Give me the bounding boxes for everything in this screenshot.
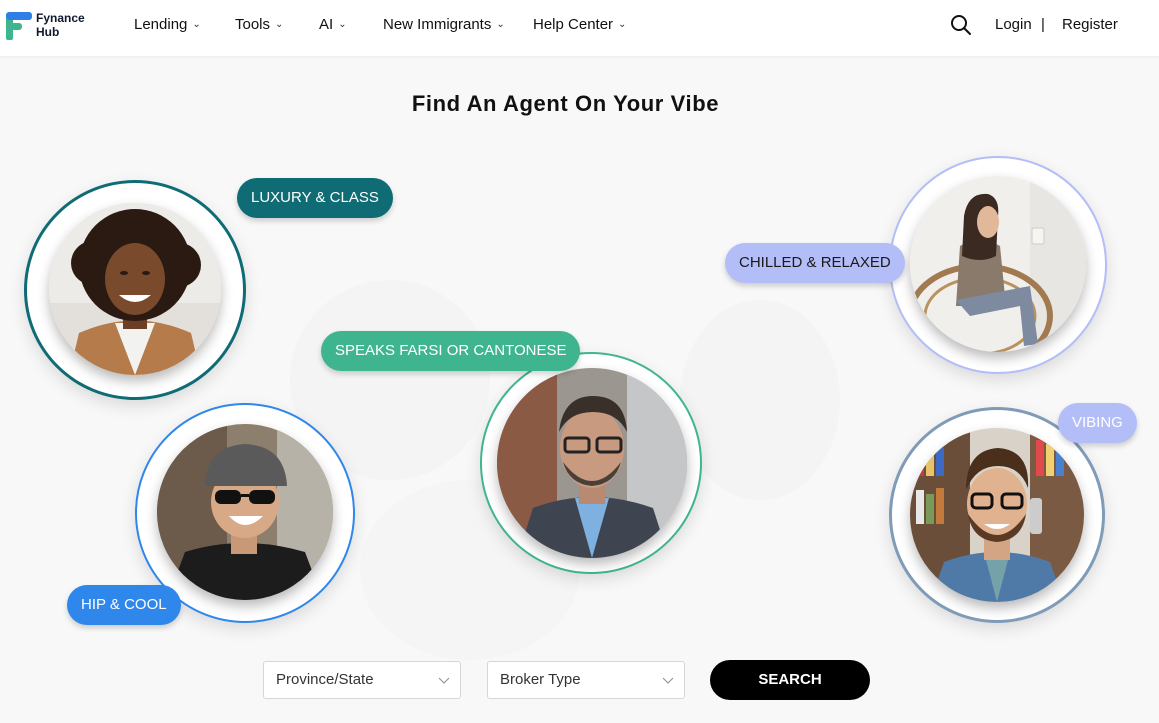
search-icon[interactable] xyxy=(950,14,972,36)
nav-item-tools[interactable]: Tools ⌄ xyxy=(235,15,283,37)
nav-item-new-immigrants[interactable]: New Immigrants ⌄ xyxy=(383,15,505,37)
agent-photo-chilled[interactable] xyxy=(910,176,1086,352)
chevron-down-icon xyxy=(438,677,450,684)
nav-label: Lending xyxy=(134,16,188,33)
nav-label: AI xyxy=(319,16,334,33)
nav-item-ai[interactable]: AI ⌄ xyxy=(319,15,347,37)
chevron-down-icon: ⌄ xyxy=(618,19,627,30)
fynance-hub-logo-icon xyxy=(6,12,32,40)
broker-type-placeholder: Broker Type xyxy=(500,671,581,688)
brand-name-line1: Fynance xyxy=(36,11,85,25)
chevron-down-icon: ⌄ xyxy=(338,19,347,30)
vibe-tag-vibing[interactable]: VIBING xyxy=(1058,403,1137,443)
register-link[interactable]: Register xyxy=(1062,15,1118,35)
vibe-tag-luxury-class[interactable]: LUXURY & CLASS xyxy=(237,178,393,218)
background-shape xyxy=(680,300,840,500)
nav-label: New Immigrants xyxy=(383,16,492,33)
brand-name: Fynance Hub xyxy=(36,11,96,39)
brand-logo[interactable]: Fynance Hub xyxy=(6,10,96,42)
province-state-placeholder: Province/State xyxy=(276,671,374,688)
search-button[interactable]: SEARCH xyxy=(710,660,870,700)
agent-photo-vibing[interactable] xyxy=(910,428,1084,602)
nav-item-lending[interactable]: Lending ⌄ xyxy=(134,15,201,37)
chevron-down-icon xyxy=(662,677,674,684)
chevron-down-icon: ⌄ xyxy=(496,19,505,30)
vibe-tag-speaks-farsi-cantonese[interactable]: SPEAKS FARSI OR CANTONESE xyxy=(321,331,581,371)
chevron-down-icon: ⌄ xyxy=(275,19,284,30)
brand-name-line2: Hub xyxy=(36,25,60,39)
broker-type-select[interactable]: Broker Type xyxy=(487,661,685,699)
agent-photo-hip[interactable] xyxy=(157,424,333,600)
page-title: Find An Agent On Your Vibe xyxy=(411,91,720,116)
vibe-tag-chilled-relaxed[interactable]: CHILLED & RELAXED xyxy=(725,243,905,283)
site-header: Fynance Hub Lending ⌄ Tools ⌄ AI ⌄ New Immi… xyxy=(0,0,1159,56)
nav-label: Help Center xyxy=(533,16,614,33)
nav-label: Tools xyxy=(235,16,271,33)
province-state-select[interactable]: Province/State xyxy=(263,661,461,699)
nav-item-help-center[interactable]: Help Center ⌄ xyxy=(533,15,626,37)
nav-separator: | xyxy=(1041,16,1045,33)
vibe-tag-hip-cool[interactable]: HIP & COOL xyxy=(67,585,181,625)
agent-photo-languages[interactable] xyxy=(497,368,687,558)
chevron-down-icon: ⌄ xyxy=(192,19,201,30)
login-link[interactable]: Login xyxy=(995,15,1032,35)
agent-photo-luxury[interactable] xyxy=(49,203,221,375)
